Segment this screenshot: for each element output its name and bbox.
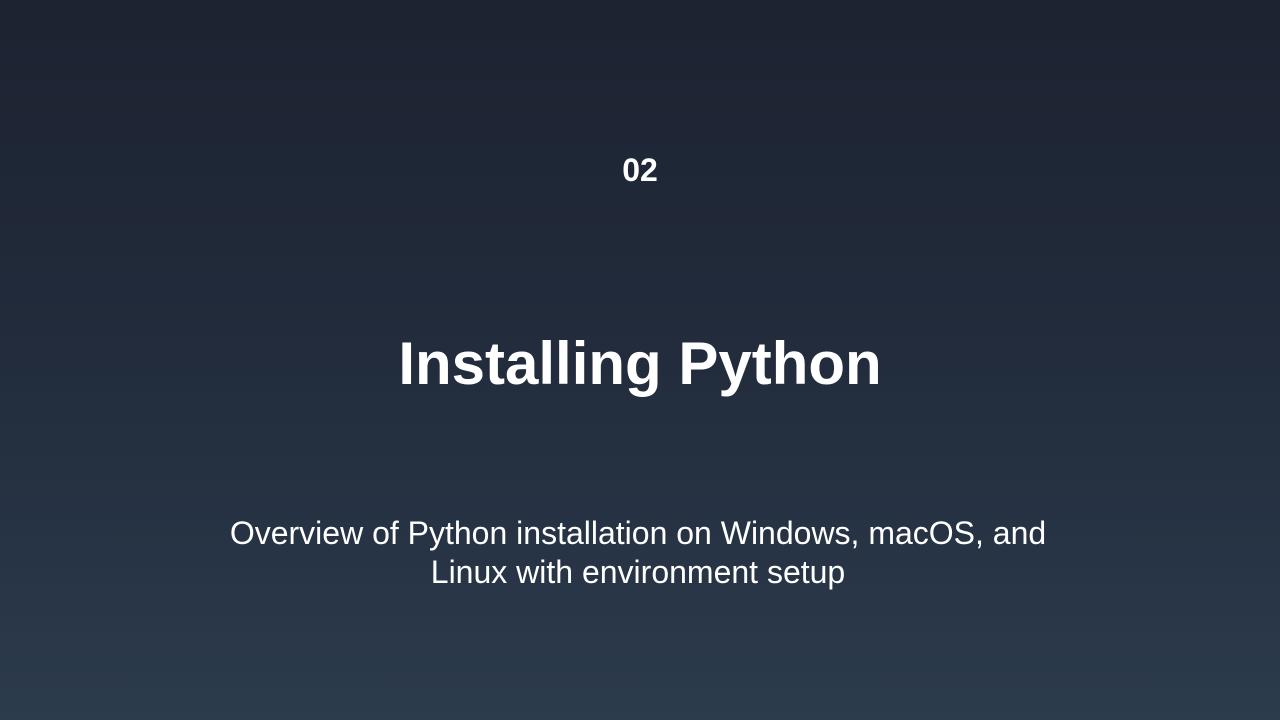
section-slide: 02 Installing Python Overview of Python … bbox=[0, 0, 1280, 720]
slide-subtitle: Overview of Python installation on Windo… bbox=[229, 515, 1047, 590]
section-number: 02 bbox=[622, 152, 658, 188]
slide-title: Installing Python bbox=[398, 330, 882, 397]
